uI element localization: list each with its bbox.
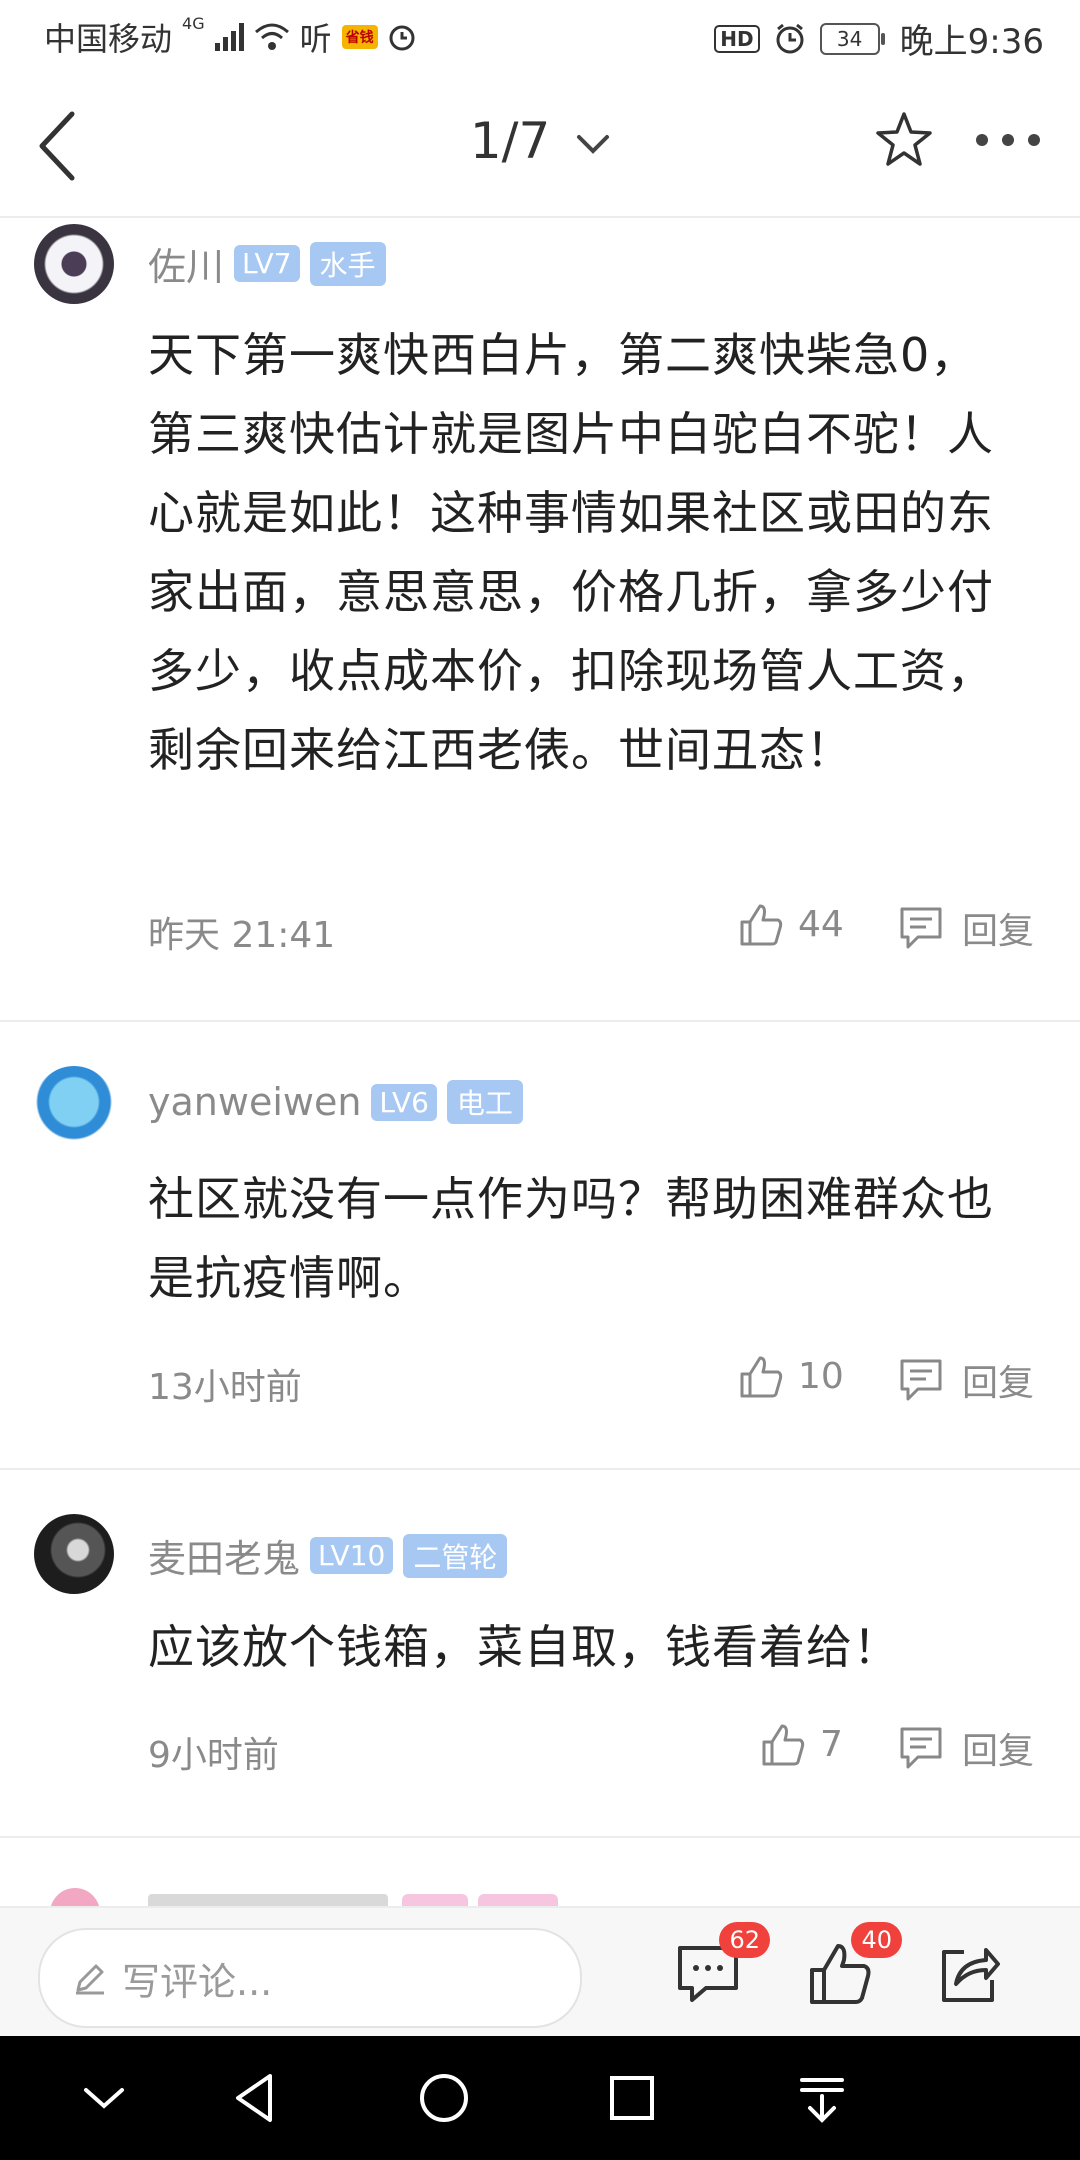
avatar[interactable] [50, 1888, 100, 1906]
username[interactable]: 佐川 [148, 236, 224, 291]
reply-button[interactable]: 回复 [898, 1354, 1034, 1406]
user-info: 佐川 LV7 水手 [148, 236, 386, 291]
reply-label: 回复 [962, 1363, 1035, 1404]
promo-badge-icon: 省钱 [341, 25, 378, 49]
reply-icon [900, 907, 942, 949]
role-badge [478, 1894, 558, 1906]
like-count: 44 [798, 903, 844, 945]
comment-item: yanweiwen LV6 电工 社区就没有一点作为吗？帮助困难群众也是抗疫情啊… [0, 1022, 1080, 1470]
hd-icon: HD [714, 24, 760, 53]
avatar[interactable] [34, 1514, 114, 1594]
bottom-action-bar: 写评论... 62 40 [0, 1906, 1080, 2038]
role-badge: 水手 [309, 241, 386, 286]
comment-time: 13小时前 [148, 1367, 302, 1408]
comment-text: 社区就没有一点作为吗？帮助困难群众也是抗疫情啊。 [148, 1172, 994, 1305]
username[interactable]: 麦田老鬼 [148, 1528, 300, 1583]
signal-icon [214, 23, 244, 51]
user-info: yanweiwen LV6 电工 [148, 1080, 523, 1124]
share-icon [942, 1948, 1000, 2002]
status-bar: 中国移动 4G 听 省钱 HD 34 晚上9:36 [0, 0, 1080, 72]
page-indicator: 1/7 [469, 112, 551, 170]
role-badge: 电工 [446, 1080, 523, 1124]
level-badge: LV6 [371, 1083, 437, 1121]
level-badge [402, 1894, 468, 1906]
like-button[interactable]: 10 [738, 1354, 844, 1398]
system-navigation-bar [0, 2036, 1080, 2160]
hide-keyboard-chevron-icon[interactable] [72, 2066, 136, 2130]
reply-label: 回复 [962, 1731, 1035, 1772]
status-right: HD 34 晚上9:36 [714, 14, 1044, 63]
like-count: 7 [820, 1723, 843, 1765]
avatar[interactable] [34, 224, 114, 304]
comment-placeholder: 写评论... [122, 1959, 273, 2004]
reply-button[interactable]: 回复 [898, 902, 1034, 954]
role-badge: 二管轮 [403, 1533, 508, 1578]
like-article-button[interactable]: 40 [804, 1922, 902, 2010]
more-options-icon[interactable] [976, 134, 1040, 146]
chevron-down-icon [577, 134, 610, 154]
pencil-icon [76, 1964, 104, 1995]
comment-count-badge: 62 [719, 1922, 770, 1958]
app-notification-label: 听 [299, 20, 332, 58]
status-left: 中国移动 4G 听 省钱 [44, 14, 416, 60]
comment-time: 9小时前 [148, 1735, 279, 1776]
like-count-badge: 40 [851, 1922, 902, 1958]
wifi-icon [254, 23, 289, 50]
reply-button[interactable]: 回复 [898, 1722, 1034, 1774]
notification-pull-icon[interactable] [790, 2066, 854, 2130]
avatar[interactable] [34, 1066, 114, 1146]
thumbs-up-icon [762, 1724, 805, 1766]
favorite-star-icon[interactable] [872, 108, 936, 172]
username[interactable]: yanweiwen [148, 1080, 361, 1124]
alarm-app-icon [389, 25, 415, 51]
comments-button[interactable]: 62 [672, 1922, 770, 2010]
user-info: 麦田老鬼 LV10 二管轮 [148, 1528, 508, 1583]
level-badge: LV10 [310, 1537, 394, 1574]
like-button[interactable]: 44 [738, 902, 844, 946]
comment-time: 昨天 21:41 [148, 915, 336, 956]
recents-square-icon[interactable] [600, 2066, 664, 2130]
alarm-icon [776, 23, 804, 53]
reply-icon [900, 1727, 942, 1769]
like-count: 10 [798, 1355, 844, 1397]
username-placeholder [148, 1894, 388, 1906]
comment-item: 麦田老鬼 LV10 二管轮 应该放个钱箱，菜自取，钱看着给！ 9小时前 7 回复 [0, 1470, 1080, 1838]
like-button[interactable]: 7 [760, 1722, 843, 1766]
thumbs-up-icon [740, 904, 783, 946]
thumbs-up-icon [740, 1356, 783, 1398]
home-circle-icon[interactable] [412, 2066, 476, 2130]
clock: 晚上9:36 [899, 22, 1044, 62]
network-type: 4G [182, 14, 205, 33]
next-comment-peek [0, 1838, 1080, 1906]
comment-text: 应该放个钱箱，菜自取，钱看着给！ [148, 1620, 900, 1674]
reply-label: 回复 [962, 911, 1035, 952]
share-button[interactable] [934, 1938, 1006, 2010]
battery-icon: 34 [819, 22, 885, 55]
back-triangle-icon[interactable] [224, 2066, 288, 2130]
comment-item: 佐川 LV7 水手 天下第一爽快西白片，第二爽快柴急0，第三爽快估计就是图片中白… [0, 216, 1080, 1022]
comment-text: 天下第一爽快西白片，第二爽快柴急0，第三爽快估计就是图片中白驼白不驼！人心就是如… [148, 328, 994, 777]
comment-input[interactable]: 写评论... [38, 1928, 582, 2028]
carrier-label: 中国移动 [44, 20, 173, 58]
level-badge: LV7 [234, 245, 300, 282]
reply-icon [900, 1359, 942, 1401]
top-nav-bar: 1/7 [0, 72, 1080, 218]
